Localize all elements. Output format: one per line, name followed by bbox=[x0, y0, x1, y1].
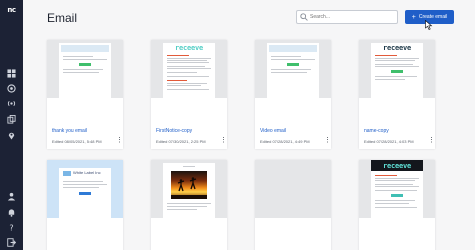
email-preview bbox=[267, 43, 319, 98]
email-preview: receeve bbox=[371, 160, 423, 218]
email-thumbnail[interactable] bbox=[255, 40, 331, 98]
email-preview bbox=[59, 43, 111, 98]
layout-icon[interactable] bbox=[7, 69, 16, 78]
user-group-icon[interactable] bbox=[7, 192, 16, 201]
email-preview: receeve bbox=[371, 43, 423, 98]
cta-button-preview bbox=[79, 192, 91, 195]
email-thumbnail[interactable]: receeve bbox=[359, 160, 435, 218]
sidebar: nc ? bbox=[0, 0, 23, 250]
email-card[interactable]: White Label Inc bbox=[47, 160, 123, 250]
email-card[interactable] bbox=[151, 160, 227, 250]
email-thumbnail[interactable] bbox=[151, 160, 227, 218]
brand-header: receeve bbox=[371, 160, 423, 171]
app: nc ? Email + bbox=[0, 0, 475, 250]
cta-button-preview bbox=[391, 194, 403, 197]
search-icon bbox=[300, 13, 308, 21]
card-edited-date: Edited 07/30/2021, 2:25 PM bbox=[156, 139, 206, 144]
brand-logo: receeve bbox=[174, 44, 204, 52]
cta-button-preview bbox=[391, 70, 403, 73]
card-title[interactable]: thank you email bbox=[52, 128, 87, 134]
email-thumbnail[interactable]: receeve bbox=[151, 40, 227, 98]
email-card[interactable]: receeve name-copy Edited 07/28/2021, 4:0… bbox=[359, 40, 435, 149]
card-edited-date: Edited 07/28/2021, 4:03 PM bbox=[364, 139, 414, 144]
brand-logo: receeve bbox=[382, 162, 412, 170]
email-thumbnail[interactable] bbox=[255, 160, 331, 218]
email-preview bbox=[163, 163, 215, 218]
email-thumbnail[interactable]: White Label Inc bbox=[47, 160, 123, 218]
plus-icon: + bbox=[411, 13, 416, 21]
card-title[interactable]: Video email bbox=[260, 128, 286, 134]
create-email-label: Create email bbox=[418, 14, 448, 20]
email-card[interactable]: Video email Edited 07/28/2021, 4:49 PM ⋮ bbox=[255, 40, 331, 149]
copy-icon[interactable] bbox=[7, 115, 16, 124]
logout-icon[interactable] bbox=[7, 238, 16, 247]
brand-logo: receeve bbox=[382, 44, 412, 52]
email-thumbnail[interactable]: receeve bbox=[359, 40, 435, 98]
email-preview: receeve bbox=[163, 43, 215, 98]
email-card[interactable] bbox=[255, 160, 331, 250]
card-title[interactable]: name-copy bbox=[364, 128, 389, 134]
more-options-icon[interactable]: ⋮ bbox=[324, 137, 331, 145]
email-card[interactable]: thank you email Edited 08/05/2021, 5:48 … bbox=[47, 40, 123, 149]
location-pin-icon[interactable] bbox=[7, 131, 16, 140]
header-banner bbox=[61, 45, 109, 52]
svg-text:?: ? bbox=[9, 223, 13, 232]
brand-name: White Label Inc bbox=[73, 170, 101, 175]
target-icon[interactable] bbox=[7, 84, 16, 93]
hero-image bbox=[171, 171, 207, 199]
page-title: Email bbox=[47, 11, 78, 25]
logo-mark bbox=[63, 171, 71, 176]
card-title[interactable]: FirstNotice-copy bbox=[156, 128, 192, 134]
help-icon[interactable]: ? bbox=[7, 223, 16, 232]
email-preview: White Label Inc bbox=[59, 168, 111, 218]
mouse-cursor-icon bbox=[425, 20, 433, 30]
email-card[interactable]: receeve FirstNotice-copy Edited 07/30/20… bbox=[151, 40, 227, 149]
bell-icon[interactable] bbox=[7, 208, 16, 217]
cta-button-preview bbox=[79, 63, 91, 66]
email-thumbnail[interactable] bbox=[47, 40, 123, 98]
more-options-icon[interactable]: ⋮ bbox=[116, 137, 123, 145]
more-options-icon[interactable]: ⋮ bbox=[428, 137, 435, 145]
search-input[interactable] bbox=[310, 12, 395, 22]
card-edited-date: Edited 08/05/2021, 5:48 PM bbox=[52, 139, 102, 144]
search-box[interactable] bbox=[296, 10, 398, 24]
jumping-people-icon bbox=[171, 177, 207, 199]
broadcast-icon[interactable] bbox=[7, 99, 16, 108]
more-options-icon[interactable]: ⋮ bbox=[220, 137, 227, 145]
cta-button-preview bbox=[287, 63, 299, 66]
card-edited-date: Edited 07/28/2021, 4:49 PM bbox=[260, 139, 310, 144]
header-banner bbox=[269, 45, 317, 52]
email-card[interactable]: receeve bbox=[359, 160, 435, 250]
app-logo[interactable]: nc bbox=[5, 6, 18, 15]
